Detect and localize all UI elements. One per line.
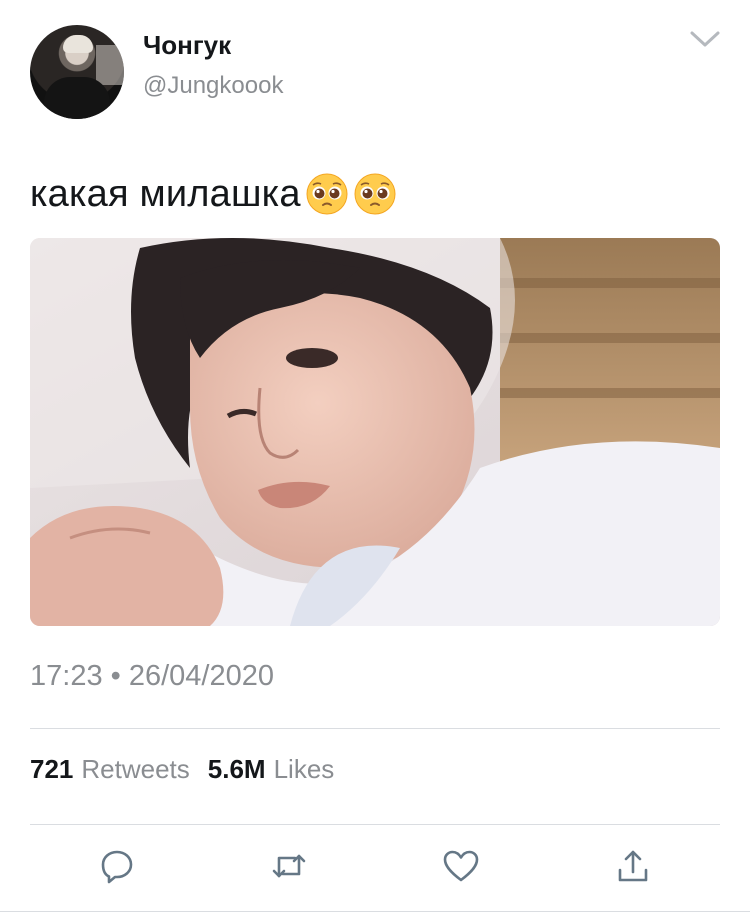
retweet-button[interactable]	[269, 846, 309, 886]
avatar[interactable]	[30, 25, 124, 119]
divider	[30, 824, 720, 825]
reply-icon	[101, 850, 133, 884]
pleading-face-emoji	[306, 173, 348, 215]
pleading-face-emoji	[354, 173, 396, 215]
tweet-timestamp[interactable]: 17:23 • 26/04/2020	[30, 660, 274, 693]
avatar-figure	[44, 77, 110, 119]
tweet-text: какая милашка	[30, 172, 397, 216]
share-button[interactable]	[613, 846, 653, 886]
retweets-label[interactable]: Retweets	[81, 754, 189, 785]
tweet-photo[interactable]	[30, 238, 720, 626]
display-name[interactable]: Чонгук	[143, 30, 231, 61]
tweet-card: Чонгук @Jungkoook какая милашка 17:23 • …	[0, 0, 750, 916]
likes-label[interactable]: Likes	[274, 754, 335, 785]
share-icon	[618, 850, 648, 882]
retweets-count[interactable]: 721	[30, 754, 73, 785]
avatar-head	[63, 35, 93, 53]
bottom-divider	[0, 911, 750, 912]
photo-illustration	[30, 238, 720, 626]
avatar-background	[96, 45, 124, 85]
user-handle[interactable]: @Jungkoook	[143, 72, 283, 100]
tweet-text-content: какая милашка	[30, 172, 301, 215]
reply-button[interactable]	[97, 846, 137, 886]
retweet-icon	[272, 854, 306, 878]
tweet-stats: 721 Retweets 5.6M Likes	[30, 754, 344, 785]
divider	[30, 728, 720, 729]
heart-icon	[443, 850, 479, 882]
like-button[interactable]	[441, 846, 481, 886]
likes-count[interactable]: 5.6M	[208, 754, 266, 785]
chevron-down-icon[interactable]	[688, 28, 722, 50]
